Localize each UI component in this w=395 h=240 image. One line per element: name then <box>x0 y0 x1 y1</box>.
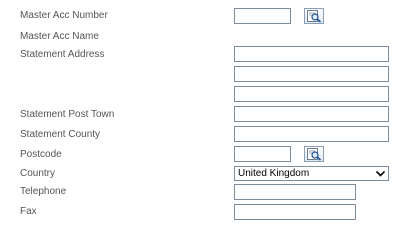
statement-address-line3-input[interactable] <box>234 86 389 102</box>
postcode-lookup-button[interactable] <box>304 146 324 162</box>
statement-county-input[interactable] <box>234 126 389 142</box>
master-acc-number-label: Master Acc Number <box>20 10 108 21</box>
statement-address-label: Statement Address <box>20 49 105 60</box>
statement-county-label: Statement County <box>20 129 101 140</box>
statement-post-town-label: Statement Post Town <box>20 109 115 120</box>
postcode-input[interactable] <box>234 146 291 162</box>
fax-label: Fax <box>20 206 37 217</box>
country-label: Country <box>20 168 56 179</box>
fax-input[interactable] <box>234 204 356 220</box>
country-select[interactable]: United Kingdom <box>234 166 389 181</box>
statement-post-town-input[interactable] <box>234 106 389 122</box>
postcode-label: Postcode <box>20 149 62 160</box>
master-acc-number-input[interactable] <box>234 8 291 24</box>
statement-address-line1-input[interactable] <box>234 46 389 62</box>
telephone-label: Telephone <box>20 186 67 197</box>
lookup-icon <box>307 148 322 161</box>
master-acc-name-label: Master Acc Name <box>20 31 99 42</box>
master-acc-lookup-button[interactable] <box>304 8 324 24</box>
telephone-input[interactable] <box>234 184 356 200</box>
lookup-icon <box>307 10 322 23</box>
country-selected-value: United Kingdom <box>238 168 310 179</box>
chevron-down-icon <box>375 170 386 177</box>
account-details-form: Master Acc Number Master Acc Name Statem… <box>0 0 395 240</box>
statement-address-line2-input[interactable] <box>234 66 389 82</box>
